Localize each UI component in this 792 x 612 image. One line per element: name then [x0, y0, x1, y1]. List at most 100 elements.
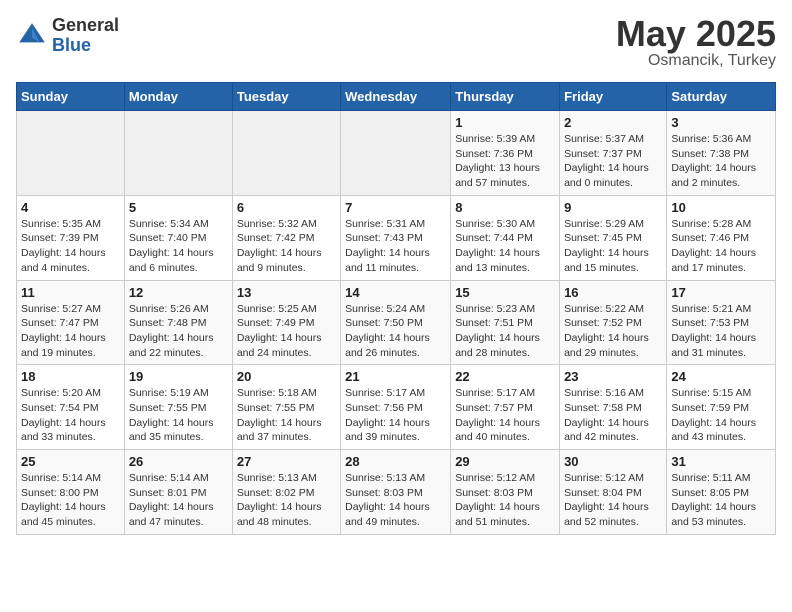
day-info: Sunrise: 5:24 AM Sunset: 7:50 PM Dayligh… [345, 302, 446, 361]
day-number: 19 [129, 369, 228, 384]
calendar-cell [232, 111, 340, 196]
calendar-week-2: 4Sunrise: 5:35 AM Sunset: 7:39 PM Daylig… [17, 195, 776, 280]
day-number: 13 [237, 285, 336, 300]
day-info: Sunrise: 5:23 AM Sunset: 7:51 PM Dayligh… [455, 302, 555, 361]
day-info: Sunrise: 5:12 AM Sunset: 8:03 PM Dayligh… [455, 471, 555, 530]
day-number: 3 [671, 115, 771, 130]
calendar-cell: 23 Sunrise: 5:16 AM Sunset: 7:58 PM Dayli… [560, 365, 667, 450]
calendar-cell: 24Sunrise: 5:15 AM Sunset: 7:59 PM Dayli… [667, 365, 776, 450]
day-number: 10 [671, 200, 771, 215]
logo-icon [16, 20, 48, 52]
day-info: Sunrise: 5:35 AM Sunset: 7:39 PM Dayligh… [21, 217, 120, 276]
calendar-cell: 16Sunrise: 5:22 AM Sunset: 7:52 PM Dayli… [560, 280, 667, 365]
weekday-header-monday: Monday [124, 83, 232, 111]
calendar-header: SundayMondayTuesdayWednesdayThursdayFrid… [17, 83, 776, 111]
day-number: 27 [237, 454, 336, 469]
calendar-cell: 13 Sunrise: 5:25 AM Sunset: 7:49 PM Dayli… [232, 280, 340, 365]
day-info: Sunrise: 5:34 AM Sunset: 7:40 PM Dayligh… [129, 217, 228, 276]
calendar-cell: 18Sunrise: 5:20 AM Sunset: 7:54 PM Dayli… [17, 365, 125, 450]
weekday-header-tuesday: Tuesday [232, 83, 340, 111]
day-number: 2 [564, 115, 662, 130]
day-info: Sunrise: 5:17 AM Sunset: 7:56 PM Dayligh… [345, 386, 446, 445]
calendar-cell: 3 Sunrise: 5:36 AM Sunset: 7:38 PM Daylig… [667, 111, 776, 196]
day-number: 20 [237, 369, 336, 384]
day-info: Sunrise: 5:26 AM Sunset: 7:48 PM Dayligh… [129, 302, 228, 361]
day-info: Sunrise: 5:28 AM Sunset: 7:46 PM Dayligh… [671, 217, 771, 276]
day-info: Sunrise: 5:19 AM Sunset: 7:55 PM Dayligh… [129, 386, 228, 445]
day-number: 12 [129, 285, 228, 300]
day-info: Sunrise: 5:30 AM Sunset: 7:44 PM Dayligh… [455, 217, 555, 276]
day-info: Sunrise: 5:13 AM Sunset: 8:02 PM Dayligh… [237, 471, 336, 530]
day-info: Sunrise: 5:39 AM Sunset: 7:36 PM Dayligh… [455, 132, 555, 191]
weekday-header-wednesday: Wednesday [341, 83, 451, 111]
day-number: 28 [345, 454, 446, 469]
calendar-cell: 21 Sunrise: 5:17 AM Sunset: 7:56 PM Dayli… [341, 365, 451, 450]
calendar-cell: 4Sunrise: 5:35 AM Sunset: 7:39 PM Daylig… [17, 195, 125, 280]
weekday-header-sunday: Sunday [17, 83, 125, 111]
weekday-header-thursday: Thursday [451, 83, 560, 111]
day-number: 30 [564, 454, 662, 469]
day-number: 5 [129, 200, 228, 215]
calendar-cell: 29 Sunrise: 5:12 AM Sunset: 8:03 PM Dayli… [451, 450, 560, 535]
day-number: 9 [564, 200, 662, 215]
day-info: Sunrise: 5:22 AM Sunset: 7:52 PM Dayligh… [564, 302, 662, 361]
logo-text: General Blue [52, 16, 119, 56]
day-info: Sunrise: 5:29 AM Sunset: 7:45 PM Dayligh… [564, 217, 662, 276]
day-number: 22 [455, 369, 555, 384]
day-info: Sunrise: 5:18 AM Sunset: 7:55 PM Dayligh… [237, 386, 336, 445]
day-info: Sunrise: 5:16 AM Sunset: 7:58 PM Dayligh… [564, 386, 662, 445]
day-info: Sunrise: 5:27 AM Sunset: 7:47 PM Dayligh… [21, 302, 120, 361]
calendar-body: 1Sunrise: 5:39 AM Sunset: 7:36 PM Daylig… [17, 111, 776, 535]
day-number: 15 [455, 285, 555, 300]
calendar-cell: 7 Sunrise: 5:31 AM Sunset: 7:43 PM Daylig… [341, 195, 451, 280]
day-number: 24 [671, 369, 771, 384]
calendar-cell [124, 111, 232, 196]
calendar-cell: 8 Sunrise: 5:30 AM Sunset: 7:44 PM Daylig… [451, 195, 560, 280]
calendar-cell: 10 Sunrise: 5:28 AM Sunset: 7:46 PM Dayli… [667, 195, 776, 280]
logo-blue: Blue [52, 36, 119, 56]
day-info: Sunrise: 5:25 AM Sunset: 7:49 PM Dayligh… [237, 302, 336, 361]
calendar-cell: 6Sunrise: 5:32 AM Sunset: 7:42 PM Daylig… [232, 195, 340, 280]
day-info: Sunrise: 5:14 AM Sunset: 8:01 PM Dayligh… [129, 471, 228, 530]
day-number: 25 [21, 454, 120, 469]
day-info: Sunrise: 5:13 AM Sunset: 8:03 PM Dayligh… [345, 471, 446, 530]
day-number: 29 [455, 454, 555, 469]
calendar-cell: 9 Sunrise: 5:29 AM Sunset: 7:45 PM Daylig… [560, 195, 667, 280]
calendar-table: SundayMondayTuesdayWednesdayThursdayFrid… [16, 82, 776, 535]
calendar-cell: 19 Sunrise: 5:19 AM Sunset: 7:55 PM Dayli… [124, 365, 232, 450]
day-number: 23 [564, 369, 662, 384]
logo-general: General [52, 16, 119, 36]
calendar-cell [17, 111, 125, 196]
day-number: 17 [671, 285, 771, 300]
calendar-week-4: 18Sunrise: 5:20 AM Sunset: 7:54 PM Dayli… [17, 365, 776, 450]
calendar-cell: 30Sunrise: 5:12 AM Sunset: 8:04 PM Dayli… [560, 450, 667, 535]
day-info: Sunrise: 5:17 AM Sunset: 7:57 PM Dayligh… [455, 386, 555, 445]
calendar-cell: 25 Sunrise: 5:14 AM Sunset: 8:00 PM Dayli… [17, 450, 125, 535]
logo: General Blue [16, 16, 119, 56]
day-number: 21 [345, 369, 446, 384]
location-subtitle: Osmancik, Turkey [616, 52, 776, 70]
day-number: 8 [455, 200, 555, 215]
calendar-week-1: 1Sunrise: 5:39 AM Sunset: 7:36 PM Daylig… [17, 111, 776, 196]
calendar-cell: 1Sunrise: 5:39 AM Sunset: 7:36 PM Daylig… [451, 111, 560, 196]
weekday-header-friday: Friday [560, 83, 667, 111]
calendar-cell: 17Sunrise: 5:21 AM Sunset: 7:53 PM Dayli… [667, 280, 776, 365]
day-info: Sunrise: 5:37 AM Sunset: 7:37 PM Dayligh… [564, 132, 662, 191]
calendar-cell: 26Sunrise: 5:14 AM Sunset: 8:01 PM Dayli… [124, 450, 232, 535]
day-info: Sunrise: 5:14 AM Sunset: 8:00 PM Dayligh… [21, 471, 120, 530]
calendar-cell: 12 Sunrise: 5:26 AM Sunset: 7:48 PM Dayli… [124, 280, 232, 365]
day-info: Sunrise: 5:31 AM Sunset: 7:43 PM Dayligh… [345, 217, 446, 276]
calendar-cell: 5 Sunrise: 5:34 AM Sunset: 7:40 PM Daylig… [124, 195, 232, 280]
day-number: 7 [345, 200, 446, 215]
day-number: 31 [671, 454, 771, 469]
day-info: Sunrise: 5:36 AM Sunset: 7:38 PM Dayligh… [671, 132, 771, 191]
calendar-cell: 31Sunrise: 5:11 AM Sunset: 8:05 PM Dayli… [667, 450, 776, 535]
calendar-cell: 11Sunrise: 5:27 AM Sunset: 7:47 PM Dayli… [17, 280, 125, 365]
calendar-week-3: 11Sunrise: 5:27 AM Sunset: 7:47 PM Dayli… [17, 280, 776, 365]
calendar-week-5: 25 Sunrise: 5:14 AM Sunset: 8:00 PM Dayli… [17, 450, 776, 535]
day-number: 14 [345, 285, 446, 300]
calendar-cell: 20 Sunrise: 5:18 AM Sunset: 7:55 PM Dayli… [232, 365, 340, 450]
month-year-title: May 2025 [616, 16, 776, 52]
page-header: General Blue May 2025 Osmancik, Turkey [16, 16, 776, 70]
day-info: Sunrise: 5:20 AM Sunset: 7:54 PM Dayligh… [21, 386, 120, 445]
